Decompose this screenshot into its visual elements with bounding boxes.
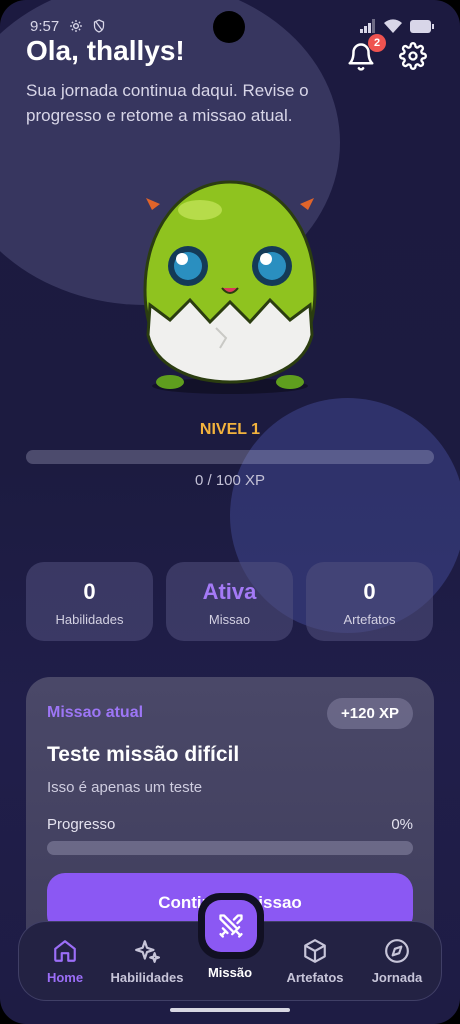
battery-icon xyxy=(410,19,434,33)
mission-description: Isso é apenas um teste xyxy=(47,779,203,796)
nav-item-home[interactable]: Home xyxy=(23,938,107,985)
settings-status-icon xyxy=(70,20,83,32)
nav-label: Jornada xyxy=(371,970,423,985)
notification-badge: 2 xyxy=(368,34,386,52)
app-screen: 9:57 Ola, thallys! Sua jornada continua … xyxy=(0,0,460,1024)
compass-icon xyxy=(385,939,409,963)
mission-progress-value: 0% xyxy=(391,816,413,833)
home-indicator[interactable] xyxy=(170,1008,290,1012)
stat-label: Habilidades xyxy=(55,612,124,627)
stat-card-habilidades[interactable]: 0 Habilidades xyxy=(26,562,153,641)
stat-value: 0 xyxy=(83,579,96,604)
mission-progress-bar xyxy=(47,841,413,855)
home-icon xyxy=(54,940,76,962)
xp-progress-bar xyxy=(26,450,434,464)
stat-label: Artefatos xyxy=(343,612,396,627)
nav-label: Home xyxy=(46,970,84,985)
stat-value: Ativa xyxy=(202,579,257,604)
nav-label-missao: Missão xyxy=(207,965,253,980)
crossed-swords-icon xyxy=(219,914,243,938)
sparkles-icon xyxy=(135,940,160,963)
stat-card-missao[interactable]: Ativa Missao xyxy=(166,562,293,641)
pet-mascot[interactable] xyxy=(130,160,330,400)
nav-label: Artefatos xyxy=(286,970,344,985)
nav-item-habilidades[interactable]: Habilidades xyxy=(105,938,189,985)
nav-label: Habilidades xyxy=(110,970,184,985)
cube-icon xyxy=(304,939,326,963)
mission-section-label: Missao atual xyxy=(47,704,144,721)
nav-item-jornada[interactable]: Jornada xyxy=(355,938,439,985)
wifi-icon xyxy=(384,19,402,33)
greeting-subtitle: Sua jornada continua daqui. Revise o pro… xyxy=(26,81,309,125)
stat-card-artefatos[interactable]: 0 Artefatos xyxy=(306,562,433,641)
mission-xp-badge: +120 XP xyxy=(327,698,413,729)
nav-item-missao[interactable] xyxy=(198,893,264,959)
camera-cutout xyxy=(213,11,245,43)
mission-fab[interactable] xyxy=(205,900,257,952)
gear-icon[interactable] xyxy=(399,42,427,70)
shield-status-icon xyxy=(94,19,105,33)
greeting-title: Ola, thallys! xyxy=(26,35,185,66)
xp-text: 0 / 100 XP xyxy=(194,472,266,489)
stat-value: 0 xyxy=(363,579,376,604)
mission-title: Teste missão difícil xyxy=(47,743,240,766)
pet-level: NIVEL 1 xyxy=(199,421,261,438)
signal-icon xyxy=(360,19,375,33)
clock: 9:57 xyxy=(30,17,60,35)
nav-item-artefatos[interactable]: Artefatos xyxy=(273,938,357,985)
mission-progress-label: Progresso xyxy=(47,816,116,833)
stat-label: Missao xyxy=(208,612,251,627)
